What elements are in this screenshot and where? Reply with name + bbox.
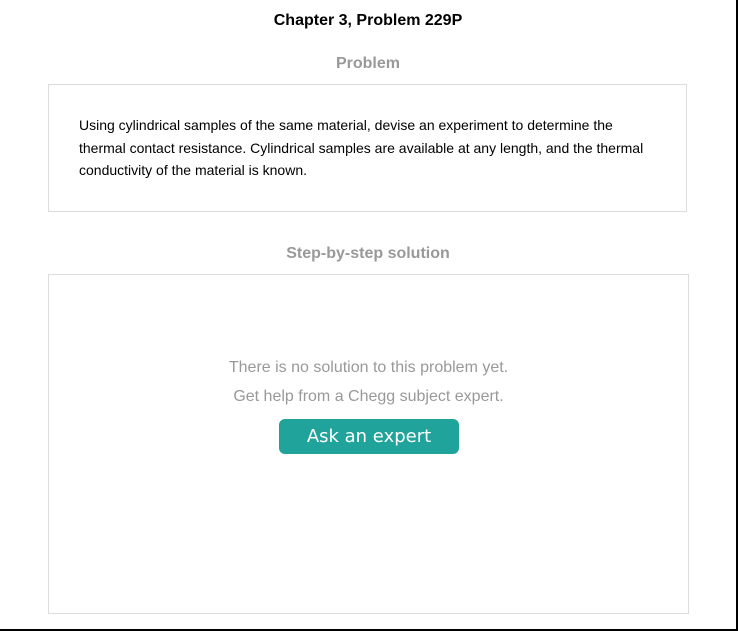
solution-heading: Step-by-step solution [286, 245, 450, 262]
no-solution-message: There is no solution to this problem yet… [49, 353, 688, 411]
problem-heading: Problem [335, 55, 400, 72]
ask-an-expert-button[interactable]: Ask an expert [279, 419, 459, 454]
problem-statement: Using cylindrical samples of the same ma… [79, 117, 644, 178]
expert-help-text: Get help from a Chegg subject expert. [233, 388, 504, 405]
solution-box: There is no solution to this problem yet… [48, 274, 689, 614]
no-solution-text: There is no solution to this problem yet… [228, 359, 509, 376]
page-title: Chapter 3, Problem 229P [273, 12, 463, 29]
problem-box: Using cylindrical samples of the same ma… [48, 84, 687, 212]
